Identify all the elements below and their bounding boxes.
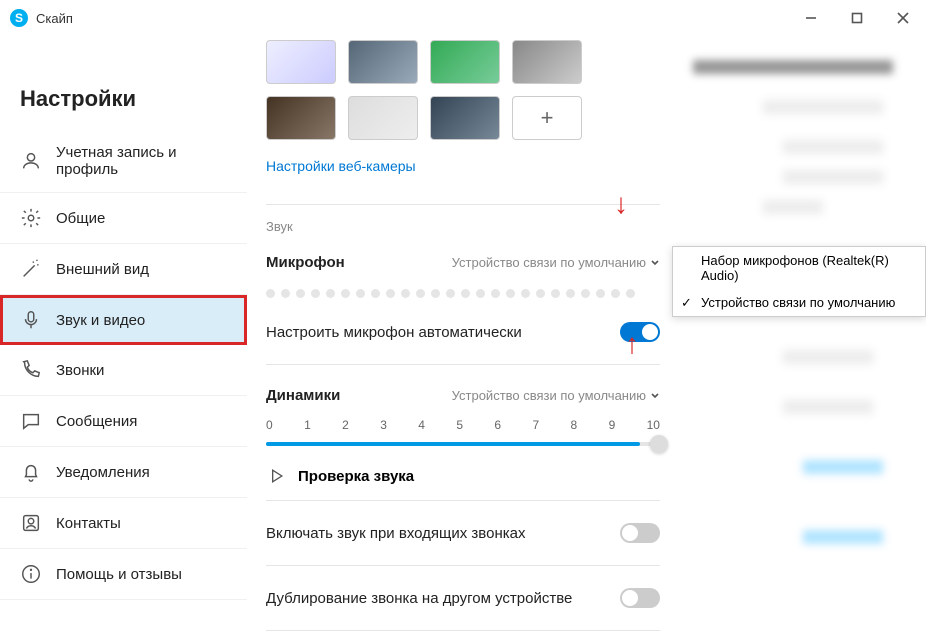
volume-slider[interactable]: 0 1 2 3 4 5 6 7 8 9 10 [266,418,660,446]
divider [266,565,660,566]
tick: 6 [494,418,501,432]
sidebar-item-account[interactable]: Учетная запись и профиль [0,130,247,193]
ring-duplicate-row: Дублирование звонка на другом устройстве [266,578,660,618]
test-sound-label: Проверка звука [298,468,414,485]
sidebar: Настройки Учетная запись и профиль Общие… [0,36,248,643]
divider [266,364,660,365]
chevron-down-icon [650,258,660,268]
device-option[interactable]: Устройство связи по умолчанию [673,289,925,316]
bg-thumb[interactable] [430,96,500,140]
skype-logo-icon: S [10,9,28,27]
sidebar-item-audio-video[interactable]: Звук и видео [0,295,247,345]
settings-heading: Настройки [0,36,247,130]
tick: 3 [380,418,387,432]
content-pane: + Настройки веб-камеры Звук Микрофон Уст… [248,36,678,643]
microphone-level-meter [266,289,660,298]
divider [266,500,660,501]
divider [266,204,660,205]
test-sound-button[interactable]: Проверка звука [266,466,660,486]
tick: 4 [418,418,425,432]
speakers-device-dropdown[interactable]: Устройство связи по умолчанию [452,388,660,403]
auto-mic-row: Настроить микрофон автоматически [266,312,660,352]
webcam-settings-link[interactable]: Настройки веб-камеры [266,158,416,174]
sidebar-item-label: Внешний вид [56,261,149,278]
titlebar: S Скайп [0,0,926,36]
bg-thumb[interactable] [266,96,336,140]
microphone-device-dropdown[interactable]: Устройство связи по умолчанию [452,255,660,270]
info-icon [20,563,42,585]
slider-ticks: 0 1 2 3 4 5 6 7 8 9 10 [266,418,660,432]
tick: 1 [304,418,311,432]
background-thumbnails [266,40,660,84]
ring-duplicate-toggle[interactable] [620,588,660,608]
close-button[interactable] [880,0,926,36]
auto-mic-label: Настроить микрофон автоматически [266,324,522,341]
wand-icon [20,258,42,280]
microphone-icon [20,309,42,331]
tick: 8 [571,418,578,432]
microphone-row: Микрофон Устройство связи по умолчанию [266,244,660,281]
sidebar-item-calls[interactable]: Звонки [0,345,247,396]
microphone-label: Микрофон [266,254,345,271]
sidebar-item-label: Контакты [56,515,121,532]
contacts-icon [20,512,42,534]
window-controls [788,0,926,36]
sidebar-item-general[interactable]: Общие [0,193,247,244]
sidebar-item-label: Звук и видео [56,312,145,329]
tick: 9 [609,418,616,432]
bg-thumb[interactable] [512,40,582,84]
sidebar-item-notifications[interactable]: Уведомления [0,447,247,498]
speakers-label: Динамики [266,387,340,404]
sidebar-item-label: Помощь и отзывы [56,566,182,583]
annotation-arrow-up-icon: ↑ [625,330,639,358]
sidebar-item-help[interactable]: Помощь и отзывы [0,549,247,600]
tick: 5 [456,418,463,432]
bg-thumb[interactable] [430,40,500,84]
ring-incoming-toggle[interactable] [620,523,660,543]
background-thumbnails-row2: + [266,96,660,140]
ring-incoming-row: Включать звук при входящих звонках [266,513,660,553]
minimize-button[interactable] [788,0,834,36]
sidebar-item-label: Общие [56,210,105,227]
titlebar-left: S Скайп [10,9,73,27]
tick: 7 [532,418,539,432]
dropdown-value: Устройство связи по умолчанию [452,388,646,403]
device-option[interactable]: Набор микрофонов (Realtek(R) Audio) [673,247,925,289]
add-background-button[interactable]: + [512,96,582,140]
person-icon [20,150,42,172]
play-icon [266,466,286,486]
sidebar-item-messages[interactable]: Сообщения [0,396,247,447]
microphone-device-menu[interactable]: Набор микрофонов (Realtek(R) Audio) Устр… [672,246,926,317]
ring-duplicate-label: Дублирование звонка на другом устройстве [266,590,572,607]
phone-icon [20,359,42,381]
chevron-down-icon [650,391,660,401]
sound-section-label: Звук [266,219,660,234]
sidebar-item-label: Уведомления [56,464,150,481]
tick: 2 [342,418,349,432]
divider [266,630,660,631]
maximize-button[interactable] [834,0,880,36]
sidebar-item-label: Сообщения [56,413,137,430]
bg-thumb[interactable] [266,40,336,84]
slider-thumb[interactable] [650,435,668,453]
app-title: Скайп [36,11,73,26]
tick: 0 [266,418,273,432]
bg-thumb[interactable] [348,40,418,84]
bell-icon [20,461,42,483]
ring-incoming-label: Включать звук при входящих звонках [266,525,525,542]
sidebar-item-label: Звонки [56,362,104,379]
sidebar-item-contacts[interactable]: Контакты [0,498,247,549]
bg-thumb[interactable] [348,96,418,140]
dropdown-value: Устройство связи по умолчанию [452,255,646,270]
sidebar-item-label: Учетная запись и профиль [56,144,227,178]
gear-icon [20,207,42,229]
tick: 10 [647,418,660,432]
sidebar-item-appearance[interactable]: Внешний вид [0,244,247,295]
chat-icon [20,410,42,432]
speakers-row: Динамики Устройство связи по умолчанию [266,377,660,414]
annotation-arrow-down-icon: ↓ [614,190,628,218]
